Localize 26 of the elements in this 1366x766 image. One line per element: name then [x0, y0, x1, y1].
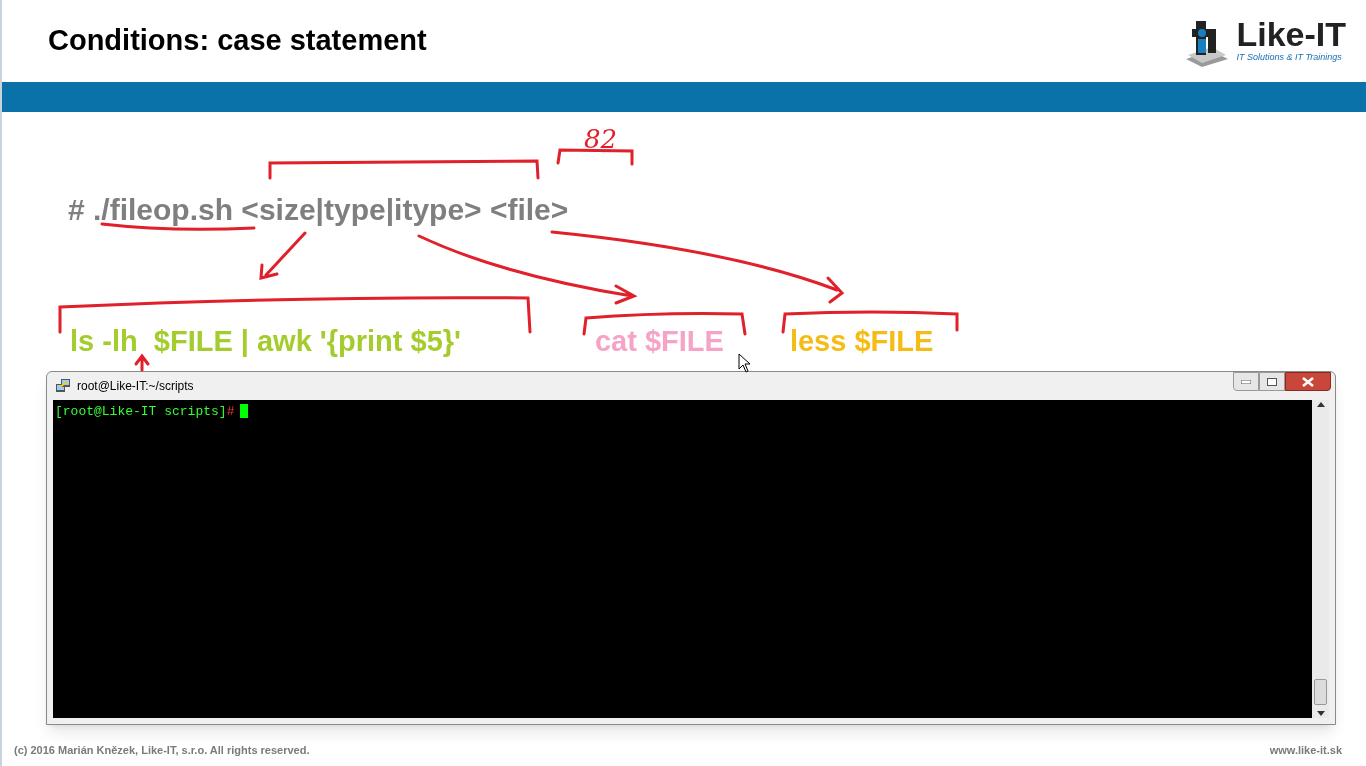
website-text: www.like-it.sk	[1269, 743, 1342, 758]
command-option: cat $FILE	[594, 320, 724, 360]
command-line: # ./fileop.sh <size|type|itype> <file>	[68, 192, 570, 228]
logo-name: Like-IT	[1236, 17, 1346, 52]
mouse-pointer-icon	[738, 353, 751, 373]
scroll-up-icon[interactable]	[1316, 402, 1325, 407]
maximize-button[interactable]	[1259, 372, 1285, 391]
command-option: ls -lh $FILE | awk '{print $5}'	[70, 320, 461, 360]
scroll-down-icon[interactable]	[1316, 711, 1325, 716]
command-option: less $FILE	[789, 320, 934, 360]
prompt-symbol: #	[226, 403, 235, 421]
scroll-thumb[interactable]	[1314, 679, 1327, 705]
text-cursor	[240, 404, 249, 418]
close-icon	[1302, 376, 1314, 387]
window-title: root@Like-IT:~/scripts	[77, 378, 194, 395]
copyright-text: (c) 2016 Marián Knězek, Like-IT, s.r.o. All rights reserved.	[14, 743, 310, 758]
scrollbar[interactable]	[1312, 400, 1329, 718]
logo-tagline: IT Solutions & IT Trainings	[1236, 51, 1343, 65]
maximize-icon	[1267, 377, 1277, 386]
minimize-icon	[1241, 379, 1251, 384]
terminal-screen[interactable]: [root@Like-IT scripts]#	[53, 400, 1312, 718]
slide-title: Conditions: case statement	[48, 23, 427, 59]
terminal-prompt: [root@Like-IT scripts]	[55, 403, 227, 421]
close-button[interactable]	[1285, 372, 1331, 391]
handwritten-number: 82	[584, 124, 618, 154]
terminal-app-icon	[55, 378, 71, 394]
